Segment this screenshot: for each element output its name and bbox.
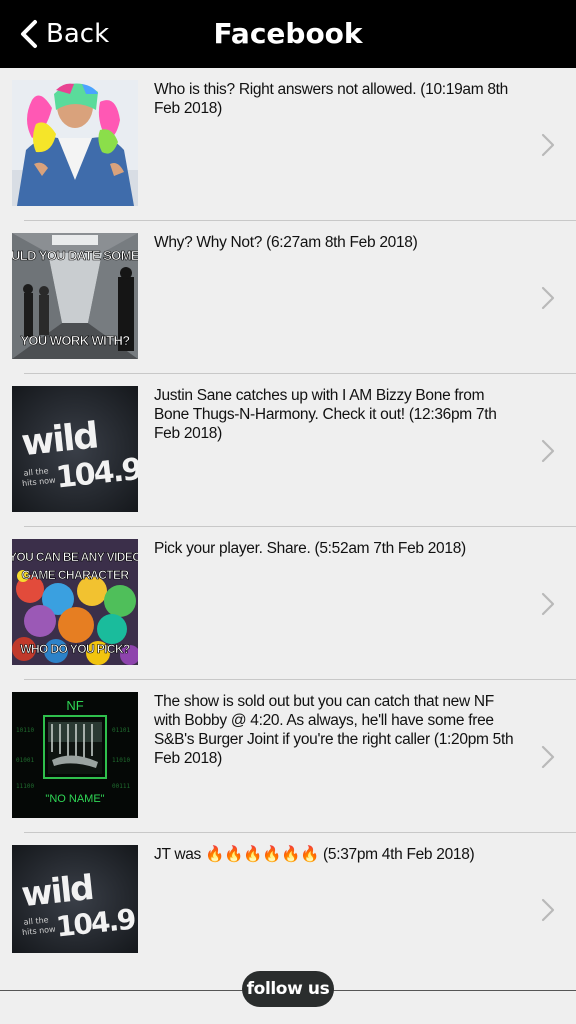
post-thumbnail: wild 104.9 all the hits now [12,386,138,512]
post-text: JT was 🔥🔥🔥🔥🔥🔥 (5:37pm 4th Feb 2018) [154,846,475,863]
svg-text:11100: 11100 [16,783,34,790]
feed-post[interactable]: Who is this? Right answers not allowed. … [0,68,576,221]
post-thumbnail [12,80,138,206]
thumb-caption-bottom: YOU WORK WITH? [20,333,130,348]
svg-text:01101: 01101 [112,727,130,734]
svg-text:01001: 01001 [16,757,34,764]
feed-post[interactable]: 10110 01101 01001 11010 11100 00111 NF "NO … [0,680,576,833]
feed-post[interactable]: wild 104.9 all the hits now JT was 🔥🔥🔥🔥🔥… [0,833,576,986]
svg-text:10110: 10110 [16,727,34,734]
chevron-right-icon [541,286,555,310]
back-button[interactable]: Back [18,14,109,54]
thumb-caption-top: YOU CAN BE ANY VIDEO [12,550,138,564]
follow-us-button[interactable]: follow us [242,971,334,1007]
post-thumbnail: 10110 01101 01001 11010 11100 00111 NF "NO … [12,692,138,818]
post-thumbnail: wild 104.9 all the hits now [12,845,138,953]
post-thumbnail: YOU CAN BE ANY VIDEO GAME CHARACTER WHO … [12,539,138,665]
chevron-right-icon [541,745,555,769]
post-text: Who is this? Right answers not allowed. … [154,81,509,117]
post-text: The show is sold out but you can catch t… [154,693,514,767]
thumb-caption-top: OULD YOU DATE SOMEO [12,248,138,263]
svg-text:11010: 11010 [112,757,130,764]
svg-text:00111: 00111 [112,783,130,790]
facebook-feed: Who is this? Right answers not allowed. … [0,68,576,986]
chevron-right-icon [541,592,555,616]
post-thumbnail: OULD YOU DATE SOMEO YOU WORK WITH? [12,233,138,359]
post-text: Justin Sane catches up with I AM Bizzy B… [154,387,497,442]
feed-post[interactable]: OULD YOU DATE SOMEO YOU WORK WITH? Why? … [0,221,576,374]
back-label: Back [46,19,110,49]
chevron-right-icon [541,898,555,922]
thumb-caption-top: NF [66,698,83,713]
post-text: Pick your player. Share. (5:52am 7th Feb… [154,540,466,557]
chevron-right-icon [541,439,555,463]
thumb-caption-mid: GAME CHARACTER [22,568,130,582]
feed-post[interactable]: wild 104.9 all the hits now Justin Sane … [0,374,576,527]
thumb-caption-bottom: WHO DO YOU PICK? [20,642,130,656]
navigation-bar: Back Facebook [0,0,576,68]
feed-post[interactable]: YOU CAN BE ANY VIDEO GAME CHARACTER WHO … [0,527,576,680]
chevron-right-icon [541,133,555,157]
thumb-caption-bottom: "NO NAME" [45,793,104,805]
post-text: Why? Why Not? (6:27am 8th Feb 2018) [154,234,418,251]
chevron-left-icon [21,20,37,48]
